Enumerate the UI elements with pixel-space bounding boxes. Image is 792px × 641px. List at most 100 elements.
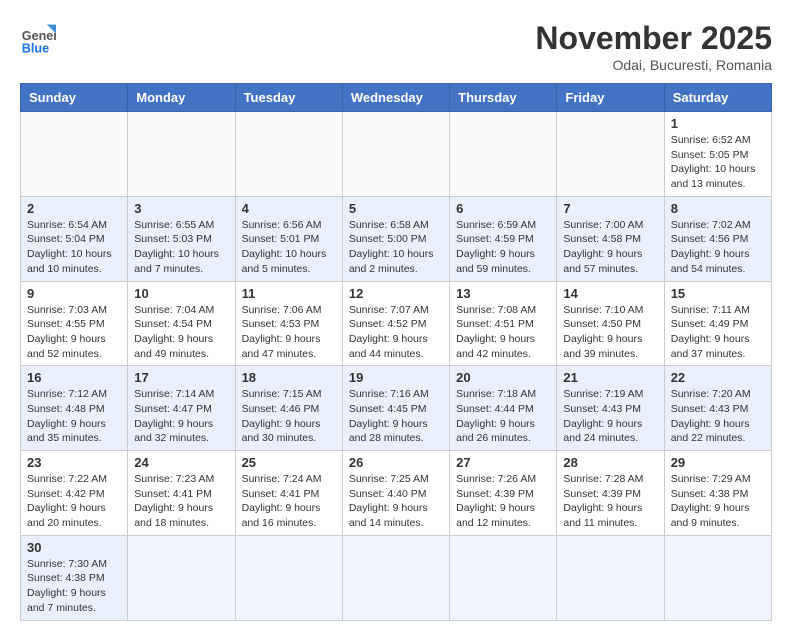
calendar-cell — [450, 535, 557, 620]
location-subtitle: Odai, Bucuresti, Romania — [535, 57, 772, 73]
day-number: 3 — [134, 201, 228, 216]
day-info: Sunrise: 7:15 AM Sunset: 4:46 PM Dayligh… — [242, 387, 336, 446]
day-info: Sunrise: 7:24 AM Sunset: 4:41 PM Dayligh… — [242, 472, 336, 531]
day-info: Sunrise: 6:56 AM Sunset: 5:01 PM Dayligh… — [242, 218, 336, 277]
calendar-cell: 17Sunrise: 7:14 AM Sunset: 4:47 PM Dayli… — [128, 366, 235, 451]
day-number: 8 — [671, 201, 765, 216]
weekday-header-monday: Monday — [128, 84, 235, 112]
week-row-4: 16Sunrise: 7:12 AM Sunset: 4:48 PM Dayli… — [21, 366, 772, 451]
calendar-cell: 20Sunrise: 7:18 AM Sunset: 4:44 PM Dayli… — [450, 366, 557, 451]
weekday-header-thursday: Thursday — [450, 84, 557, 112]
calendar-cell: 2 Sunrise: 6:54 AM Sunset: 5:04 PM Daylig… — [21, 196, 128, 281]
day-info: Sunrise: 7:00 AM Sunset: 4:58 PM Dayligh… — [563, 218, 657, 277]
logo: General Blue — [20, 20, 56, 56]
day-number: 15 — [671, 286, 765, 301]
day-number: 26 — [349, 455, 443, 470]
day-info: Sunrise: 7:10 AM Sunset: 4:50 PM Dayligh… — [563, 303, 657, 362]
calendar-cell — [342, 535, 449, 620]
calendar-cell — [128, 112, 235, 197]
calendar-cell — [557, 112, 664, 197]
calendar-cell — [21, 112, 128, 197]
day-info: Sunrise: 7:16 AM Sunset: 4:45 PM Dayligh… — [349, 387, 443, 446]
day-info: Sunrise: 7:02 AM Sunset: 4:56 PM Dayligh… — [671, 218, 765, 277]
calendar-cell: 29 Sunrise: 7:29 AM Sunset: 4:38 PM Dayli… — [664, 451, 771, 536]
day-number: 24 — [134, 455, 228, 470]
day-info: Sunrise: 6:58 AM Sunset: 5:00 PM Dayligh… — [349, 218, 443, 277]
day-info: Sunrise: 7:03 AM Sunset: 4:55 PM Dayligh… — [27, 303, 121, 362]
week-row-3: 9 Sunrise: 7:03 AM Sunset: 4:55 PM Daylig… — [21, 281, 772, 366]
day-number: 22 — [671, 370, 765, 385]
calendar-cell: 7Sunrise: 7:00 AM Sunset: 4:58 PM Daylig… — [557, 196, 664, 281]
title-block: November 2025 Odai, Bucuresti, Romania — [535, 20, 772, 73]
day-info: Sunrise: 7:30 AM Sunset: 4:38 PM Dayligh… — [27, 557, 121, 616]
day-info: Sunrise: 6:52 AM Sunset: 5:05 PM Dayligh… — [671, 133, 765, 192]
day-number: 14 — [563, 286, 657, 301]
calendar-cell: 9 Sunrise: 7:03 AM Sunset: 4:55 PM Daylig… — [21, 281, 128, 366]
calendar-cell: 6Sunrise: 6:59 AM Sunset: 4:59 PM Daylig… — [450, 196, 557, 281]
weekday-header-saturday: Saturday — [664, 84, 771, 112]
month-year-title: November 2025 — [535, 20, 772, 57]
day-number: 16 — [27, 370, 121, 385]
day-number: 25 — [242, 455, 336, 470]
day-info: Sunrise: 7:11 AM Sunset: 4:49 PM Dayligh… — [671, 303, 765, 362]
calendar-cell: 10Sunrise: 7:04 AM Sunset: 4:54 PM Dayli… — [128, 281, 235, 366]
day-info: Sunrise: 7:08 AM Sunset: 4:51 PM Dayligh… — [456, 303, 550, 362]
day-number: 9 — [27, 286, 121, 301]
calendar-cell: 27Sunrise: 7:26 AM Sunset: 4:39 PM Dayli… — [450, 451, 557, 536]
calendar-cell — [450, 112, 557, 197]
calendar-cell: 14 Sunrise: 7:10 AM Sunset: 4:50 PM Dayli… — [557, 281, 664, 366]
calendar-cell: 22 Sunrise: 7:20 AM Sunset: 4:43 PM Dayli… — [664, 366, 771, 451]
day-number: 12 — [349, 286, 443, 301]
calendar-cell: 13 Sunrise: 7:08 AM Sunset: 4:51 PM Dayli… — [450, 281, 557, 366]
day-number: 11 — [242, 286, 336, 301]
day-number: 5 — [349, 201, 443, 216]
week-row-1: 1 Sunrise: 6:52 AM Sunset: 5:05 PM Daylig… — [21, 112, 772, 197]
svg-text:Blue: Blue — [22, 41, 49, 55]
calendar-table: SundayMondayTuesdayWednesdayThursdayFrid… — [20, 83, 772, 621]
week-row-5: 23 Sunrise: 7:22 AM Sunset: 4:42 PM Dayli… — [21, 451, 772, 536]
calendar-cell: 30 Sunrise: 7:30 AM Sunset: 4:38 PM Dayli… — [21, 535, 128, 620]
day-info: Sunrise: 7:20 AM Sunset: 4:43 PM Dayligh… — [671, 387, 765, 446]
day-number: 1 — [671, 116, 765, 131]
calendar-cell — [557, 535, 664, 620]
week-row-6: 30 Sunrise: 7:30 AM Sunset: 4:38 PM Dayli… — [21, 535, 772, 620]
calendar-cell: 11Sunrise: 7:06 AM Sunset: 4:53 PM Dayli… — [235, 281, 342, 366]
calendar-cell — [664, 535, 771, 620]
day-info: Sunrise: 7:29 AM Sunset: 4:38 PM Dayligh… — [671, 472, 765, 531]
day-info: Sunrise: 7:14 AM Sunset: 4:47 PM Dayligh… — [134, 387, 228, 446]
day-info: Sunrise: 7:19 AM Sunset: 4:43 PM Dayligh… — [563, 387, 657, 446]
weekday-header-row: SundayMondayTuesdayWednesdayThursdayFrid… — [21, 84, 772, 112]
day-number: 20 — [456, 370, 550, 385]
calendar-cell — [128, 535, 235, 620]
day-info: Sunrise: 6:54 AM Sunset: 5:04 PM Dayligh… — [27, 218, 121, 277]
day-info: Sunrise: 7:23 AM Sunset: 4:41 PM Dayligh… — [134, 472, 228, 531]
day-number: 18 — [242, 370, 336, 385]
calendar-cell: 3 Sunrise: 6:55 AM Sunset: 5:03 PM Daylig… — [128, 196, 235, 281]
calendar-cell — [235, 535, 342, 620]
weekday-header-sunday: Sunday — [21, 84, 128, 112]
calendar-cell: 4Sunrise: 6:56 AM Sunset: 5:01 PM Daylig… — [235, 196, 342, 281]
day-number: 30 — [27, 540, 121, 555]
calendar-cell: 25 Sunrise: 7:24 AM Sunset: 4:41 PM Dayli… — [235, 451, 342, 536]
day-info: Sunrise: 6:55 AM Sunset: 5:03 PM Dayligh… — [134, 218, 228, 277]
logo-icon: General Blue — [20, 20, 56, 56]
calendar-cell: 12Sunrise: 7:07 AM Sunset: 4:52 PM Dayli… — [342, 281, 449, 366]
calendar-cell: 24 Sunrise: 7:23 AM Sunset: 4:41 PM Dayli… — [128, 451, 235, 536]
day-info: Sunrise: 7:28 AM Sunset: 4:39 PM Dayligh… — [563, 472, 657, 531]
calendar-cell: 8 Sunrise: 7:02 AM Sunset: 4:56 PM Daylig… — [664, 196, 771, 281]
day-number: 10 — [134, 286, 228, 301]
calendar-cell: 23 Sunrise: 7:22 AM Sunset: 4:42 PM Dayli… — [21, 451, 128, 536]
day-info: Sunrise: 7:22 AM Sunset: 4:42 PM Dayligh… — [27, 472, 121, 531]
calendar-cell: 15 Sunrise: 7:11 AM Sunset: 4:49 PM Dayli… — [664, 281, 771, 366]
calendar-cell: 16Sunrise: 7:12 AM Sunset: 4:48 PM Dayli… — [21, 366, 128, 451]
day-number: 29 — [671, 455, 765, 470]
day-info: Sunrise: 7:26 AM Sunset: 4:39 PM Dayligh… — [456, 472, 550, 531]
weekday-header-friday: Friday — [557, 84, 664, 112]
calendar-cell: 18 Sunrise: 7:15 AM Sunset: 4:46 PM Dayli… — [235, 366, 342, 451]
day-number: 13 — [456, 286, 550, 301]
day-number: 23 — [27, 455, 121, 470]
day-info: Sunrise: 7:25 AM Sunset: 4:40 PM Dayligh… — [349, 472, 443, 531]
calendar-cell: 5 Sunrise: 6:58 AM Sunset: 5:00 PM Daylig… — [342, 196, 449, 281]
day-number: 2 — [27, 201, 121, 216]
calendar-cell — [342, 112, 449, 197]
